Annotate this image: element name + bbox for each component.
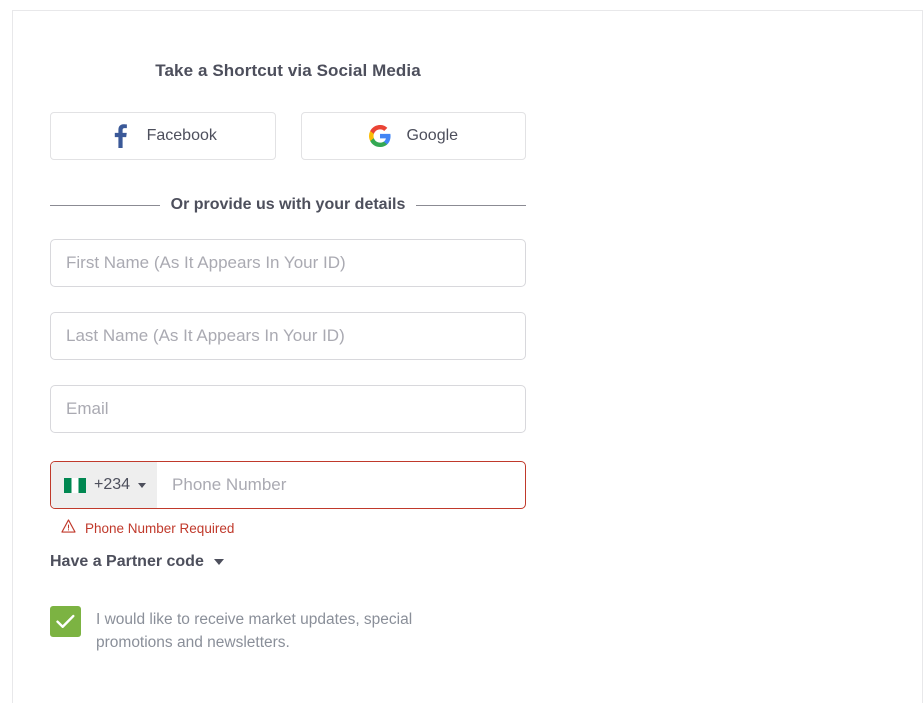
phone-input-wrap <box>157 462 525 508</box>
chevron-down-icon <box>213 559 224 565</box>
email-input[interactable] <box>51 386 525 432</box>
page-title: Take a Shortcut via Social Media <box>155 61 421 80</box>
email-field[interactable] <box>50 385 526 433</box>
social-login-row: Facebook Google <box>50 112 526 160</box>
phone-error-message: Phone Number Required <box>50 519 526 538</box>
divider-rule-left <box>50 204 160 206</box>
partner-code-toggle[interactable]: Have a Partner code <box>50 553 526 571</box>
facebook-login-button[interactable]: Facebook <box>50 112 276 160</box>
google-login-label: Google <box>406 127 459 144</box>
newsletter-label: I would like to receive market updates, … <box>96 611 413 651</box>
facebook-icon <box>109 124 131 148</box>
warning-triangle-icon <box>61 519 76 538</box>
first-name-input[interactable] <box>51 240 525 286</box>
facebook-login-label: Facebook <box>146 127 217 144</box>
partner-code-label: Have a Partner code <box>50 553 204 570</box>
phone-number-field[interactable]: +234 <box>50 461 526 509</box>
chevron-down-icon <box>138 482 147 488</box>
google-icon <box>368 124 392 148</box>
divider-label: Or provide us with your details <box>170 196 406 213</box>
last-name-input[interactable] <box>51 313 525 359</box>
signup-form-card: Take a Shortcut via Social Media Faceboo… <box>12 10 923 703</box>
country-code-label: +234 <box>94 476 131 493</box>
newsletter-opt-in-row: I would like to receive market updates, … <box>50 606 526 654</box>
form-divider: Or provide us with your details <box>50 196 526 214</box>
first-name-field[interactable] <box>50 239 526 287</box>
phone-number-input[interactable] <box>157 462 525 508</box>
phone-error-text: Phone Number Required <box>85 521 235 536</box>
country-code-selector[interactable]: +234 <box>51 462 158 508</box>
newsletter-checkbox[interactable] <box>50 606 81 637</box>
nigeria-flag-icon <box>64 477 86 493</box>
last-name-field[interactable] <box>50 312 526 360</box>
signup-form: Take a Shortcut via Social Media Faceboo… <box>50 11 526 654</box>
divider-rule-right <box>416 204 526 206</box>
google-login-button[interactable]: Google <box>300 112 526 160</box>
